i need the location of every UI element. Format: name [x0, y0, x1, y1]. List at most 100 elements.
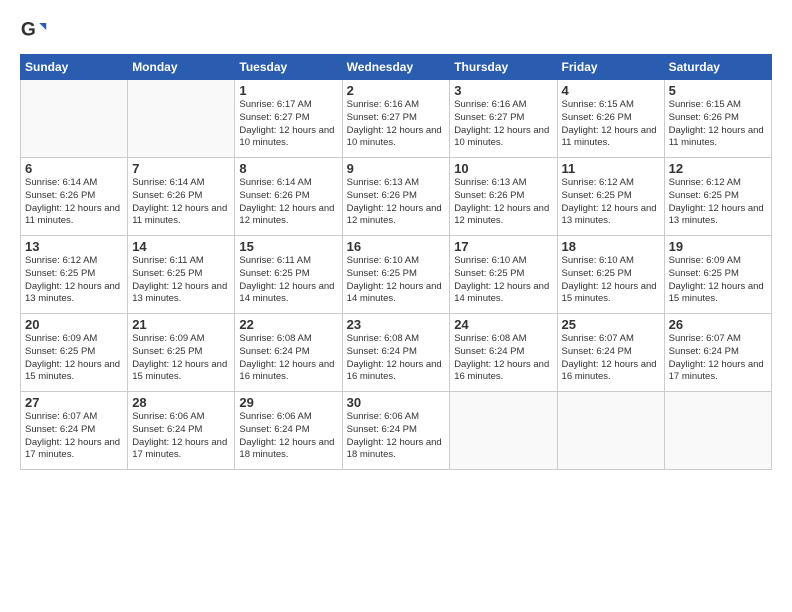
day-info: Sunrise: 6:12 AM Sunset: 6:25 PM Dayligh…: [25, 255, 123, 306]
calendar-cell: [664, 392, 771, 470]
day-number: 23: [347, 317, 446, 332]
day-info: Sunrise: 6:08 AM Sunset: 6:24 PM Dayligh…: [239, 333, 337, 384]
day-info: Sunrise: 6:09 AM Sunset: 6:25 PM Dayligh…: [132, 333, 230, 384]
day-number: 7: [132, 161, 230, 176]
calendar-cell: 14Sunrise: 6:11 AM Sunset: 6:25 PM Dayli…: [128, 236, 235, 314]
day-number: 5: [669, 83, 767, 98]
weekday-header-friday: Friday: [557, 55, 664, 80]
calendar-cell: 12Sunrise: 6:12 AM Sunset: 6:25 PM Dayli…: [664, 158, 771, 236]
calendar-cell: [557, 392, 664, 470]
day-info: Sunrise: 6:08 AM Sunset: 6:24 PM Dayligh…: [454, 333, 552, 384]
day-number: 13: [25, 239, 123, 254]
calendar-cell: 27Sunrise: 6:07 AM Sunset: 6:24 PM Dayli…: [21, 392, 128, 470]
weekday-header-tuesday: Tuesday: [235, 55, 342, 80]
day-number: 1: [239, 83, 337, 98]
calendar-cell: 23Sunrise: 6:08 AM Sunset: 6:24 PM Dayli…: [342, 314, 450, 392]
day-number: 25: [562, 317, 660, 332]
day-number: 18: [562, 239, 660, 254]
day-info: Sunrise: 6:12 AM Sunset: 6:25 PM Dayligh…: [562, 177, 660, 228]
calendar-cell: 6Sunrise: 6:14 AM Sunset: 6:26 PM Daylig…: [21, 158, 128, 236]
day-number: 14: [132, 239, 230, 254]
day-number: 26: [669, 317, 767, 332]
calendar-cell: 3Sunrise: 6:16 AM Sunset: 6:27 PM Daylig…: [450, 80, 557, 158]
day-info: Sunrise: 6:13 AM Sunset: 6:26 PM Dayligh…: [347, 177, 446, 228]
calendar-cell: 30Sunrise: 6:06 AM Sunset: 6:24 PM Dayli…: [342, 392, 450, 470]
calendar-cell: 10Sunrise: 6:13 AM Sunset: 6:26 PM Dayli…: [450, 158, 557, 236]
day-number: 9: [347, 161, 446, 176]
day-info: Sunrise: 6:10 AM Sunset: 6:25 PM Dayligh…: [347, 255, 446, 306]
day-number: 4: [562, 83, 660, 98]
day-number: 28: [132, 395, 230, 410]
day-number: 20: [25, 317, 123, 332]
day-number: 24: [454, 317, 552, 332]
day-info: Sunrise: 6:14 AM Sunset: 6:26 PM Dayligh…: [132, 177, 230, 228]
day-info: Sunrise: 6:10 AM Sunset: 6:25 PM Dayligh…: [562, 255, 660, 306]
day-info: Sunrise: 6:08 AM Sunset: 6:24 PM Dayligh…: [347, 333, 446, 384]
day-info: Sunrise: 6:06 AM Sunset: 6:24 PM Dayligh…: [347, 411, 446, 462]
calendar-cell: 18Sunrise: 6:10 AM Sunset: 6:25 PM Dayli…: [557, 236, 664, 314]
weekday-header-monday: Monday: [128, 55, 235, 80]
day-info: Sunrise: 6:07 AM Sunset: 6:24 PM Dayligh…: [25, 411, 123, 462]
day-info: Sunrise: 6:11 AM Sunset: 6:25 PM Dayligh…: [132, 255, 230, 306]
svg-text:G: G: [21, 19, 36, 40]
day-info: Sunrise: 6:13 AM Sunset: 6:26 PM Dayligh…: [454, 177, 552, 228]
calendar-cell: 25Sunrise: 6:07 AM Sunset: 6:24 PM Dayli…: [557, 314, 664, 392]
day-number: 12: [669, 161, 767, 176]
calendar-cell: 19Sunrise: 6:09 AM Sunset: 6:25 PM Dayli…: [664, 236, 771, 314]
calendar-cell: 8Sunrise: 6:14 AM Sunset: 6:26 PM Daylig…: [235, 158, 342, 236]
day-number: 29: [239, 395, 337, 410]
calendar-cell: 11Sunrise: 6:12 AM Sunset: 6:25 PM Dayli…: [557, 158, 664, 236]
day-number: 19: [669, 239, 767, 254]
calendar-cell: [21, 80, 128, 158]
calendar-cell: 28Sunrise: 6:06 AM Sunset: 6:24 PM Dayli…: [128, 392, 235, 470]
day-number: 2: [347, 83, 446, 98]
calendar-cell: 2Sunrise: 6:16 AM Sunset: 6:27 PM Daylig…: [342, 80, 450, 158]
calendar-table: SundayMondayTuesdayWednesdayThursdayFrid…: [20, 54, 772, 470]
calendar-cell: 17Sunrise: 6:10 AM Sunset: 6:25 PM Dayli…: [450, 236, 557, 314]
day-info: Sunrise: 6:07 AM Sunset: 6:24 PM Dayligh…: [562, 333, 660, 384]
day-info: Sunrise: 6:12 AM Sunset: 6:25 PM Dayligh…: [669, 177, 767, 228]
day-info: Sunrise: 6:17 AM Sunset: 6:27 PM Dayligh…: [239, 99, 337, 150]
day-info: Sunrise: 6:09 AM Sunset: 6:25 PM Dayligh…: [669, 255, 767, 306]
day-info: Sunrise: 6:11 AM Sunset: 6:25 PM Dayligh…: [239, 255, 337, 306]
day-info: Sunrise: 6:06 AM Sunset: 6:24 PM Dayligh…: [239, 411, 337, 462]
day-info: Sunrise: 6:15 AM Sunset: 6:26 PM Dayligh…: [669, 99, 767, 150]
day-number: 6: [25, 161, 123, 176]
day-number: 27: [25, 395, 123, 410]
day-number: 11: [562, 161, 660, 176]
calendar-cell: 9Sunrise: 6:13 AM Sunset: 6:26 PM Daylig…: [342, 158, 450, 236]
calendar-cell: 20Sunrise: 6:09 AM Sunset: 6:25 PM Dayli…: [21, 314, 128, 392]
calendar-cell: 13Sunrise: 6:12 AM Sunset: 6:25 PM Dayli…: [21, 236, 128, 314]
logo: G: [20, 16, 52, 44]
calendar-cell: 7Sunrise: 6:14 AM Sunset: 6:26 PM Daylig…: [128, 158, 235, 236]
calendar-cell: 5Sunrise: 6:15 AM Sunset: 6:26 PM Daylig…: [664, 80, 771, 158]
calendar-cell: 26Sunrise: 6:07 AM Sunset: 6:24 PM Dayli…: [664, 314, 771, 392]
day-info: Sunrise: 6:07 AM Sunset: 6:24 PM Dayligh…: [669, 333, 767, 384]
logo-icon: G: [20, 16, 48, 44]
day-number: 3: [454, 83, 552, 98]
weekday-header-saturday: Saturday: [664, 55, 771, 80]
calendar-cell: 21Sunrise: 6:09 AM Sunset: 6:25 PM Dayli…: [128, 314, 235, 392]
day-info: Sunrise: 6:16 AM Sunset: 6:27 PM Dayligh…: [347, 99, 446, 150]
weekday-header-wednesday: Wednesday: [342, 55, 450, 80]
weekday-header-thursday: Thursday: [450, 55, 557, 80]
day-info: Sunrise: 6:14 AM Sunset: 6:26 PM Dayligh…: [25, 177, 123, 228]
day-number: 8: [239, 161, 337, 176]
day-number: 21: [132, 317, 230, 332]
calendar-cell: 29Sunrise: 6:06 AM Sunset: 6:24 PM Dayli…: [235, 392, 342, 470]
calendar-cell: 24Sunrise: 6:08 AM Sunset: 6:24 PM Dayli…: [450, 314, 557, 392]
calendar-cell: [128, 80, 235, 158]
day-info: Sunrise: 6:06 AM Sunset: 6:24 PM Dayligh…: [132, 411, 230, 462]
day-number: 22: [239, 317, 337, 332]
day-info: Sunrise: 6:14 AM Sunset: 6:26 PM Dayligh…: [239, 177, 337, 228]
calendar-cell: 1Sunrise: 6:17 AM Sunset: 6:27 PM Daylig…: [235, 80, 342, 158]
calendar-cell: 16Sunrise: 6:10 AM Sunset: 6:25 PM Dayli…: [342, 236, 450, 314]
calendar-cell: 15Sunrise: 6:11 AM Sunset: 6:25 PM Dayli…: [235, 236, 342, 314]
weekday-header-sunday: Sunday: [21, 55, 128, 80]
day-number: 10: [454, 161, 552, 176]
calendar-cell: 22Sunrise: 6:08 AM Sunset: 6:24 PM Dayli…: [235, 314, 342, 392]
day-info: Sunrise: 6:09 AM Sunset: 6:25 PM Dayligh…: [25, 333, 123, 384]
day-number: 15: [239, 239, 337, 254]
day-info: Sunrise: 6:16 AM Sunset: 6:27 PM Dayligh…: [454, 99, 552, 150]
day-info: Sunrise: 6:15 AM Sunset: 6:26 PM Dayligh…: [562, 99, 660, 150]
